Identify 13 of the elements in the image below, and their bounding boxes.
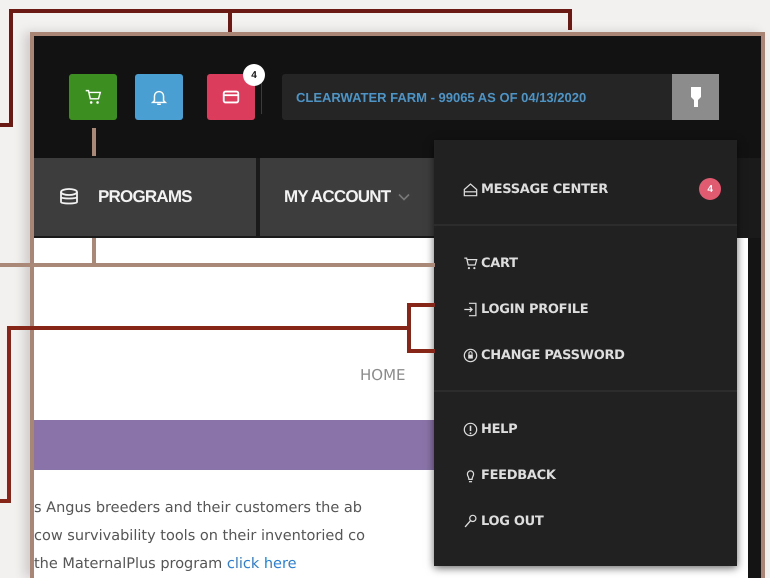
menu-item[interactable]: CHANGE PASSWORD [434, 332, 737, 378]
nav-tab[interactable]: MY ACCOUNT [260, 158, 434, 236]
menu-item[interactable]: HELP [434, 406, 737, 452]
nav-tab[interactable]: PROGRAMS [34, 158, 256, 236]
account-label: CLEARWATER FARM - 99065 AS OF 04/13/2020 [282, 74, 672, 120]
count-badge: 4 [699, 178, 721, 200]
count-badge: 4 [243, 64, 265, 86]
menu-item[interactable]: LOG OUT [434, 498, 737, 544]
menu-item[interactable]: LOGIN PROFILE [434, 286, 737, 332]
link[interactable]: click here [226, 556, 297, 572]
menu-item[interactable]: MESSAGE CENTER 4 [434, 166, 737, 212]
menu-item[interactable]: CART [434, 240, 737, 286]
menu-item[interactable]: FEEDBACK [434, 452, 737, 498]
